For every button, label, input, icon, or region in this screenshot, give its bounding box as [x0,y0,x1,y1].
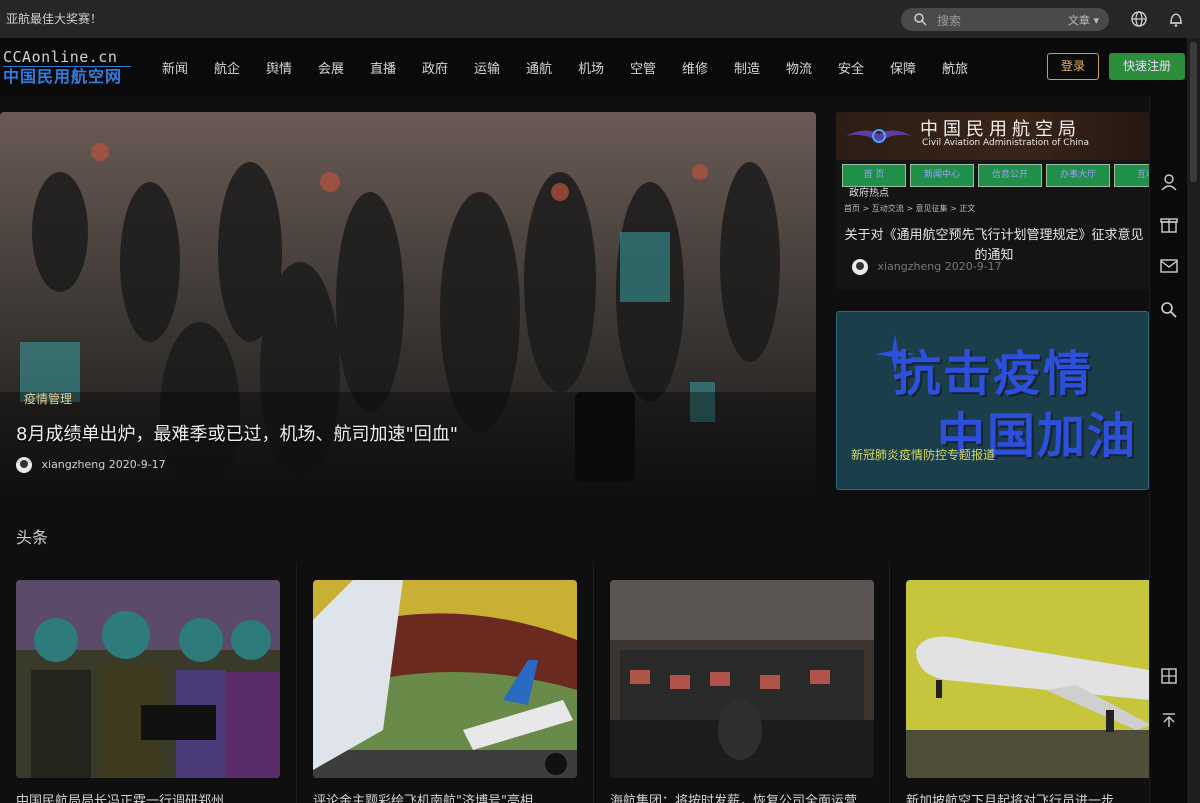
search-icon [914,13,927,26]
card-date: 2020-9-17 [944,260,1002,273]
nav-item[interactable]: 保障 [890,58,916,77]
site-logo[interactable]: CCAonline.cn 中国民用航空网 [3,48,131,88]
nav-item[interactable]: 舆情 [266,58,292,77]
nav-item[interactable]: 会展 [318,58,344,77]
covid-banner-line1: 抗击疫情 [893,346,1094,402]
headline-image [610,580,874,778]
card-breadcrumb: 首页 > 互动交流 > 意见征集 > 正文 [844,204,976,213]
column-divider [889,562,890,803]
site-header: CCAonline.cn 中国民用航空网 新闻 航企 舆情 会展 直播 政府 运… [0,38,1200,96]
back-to-top-icon[interactable] [1159,710,1179,730]
search-box[interactable]: 搜索 文章 ▾ [901,8,1109,31]
nav-item[interactable]: 运输 [474,58,500,77]
scrollbar-thumb[interactable] [1190,42,1197,182]
caac-nav-item: 新闻中心 [910,164,974,187]
column-divider [593,562,594,803]
search-type-label: 文章 [1067,14,1090,27]
headline-thumbnail[interactable] [313,580,577,778]
user-icon[interactable] [1159,172,1179,192]
card-meta: xiangzheng 2020-9-17 [852,259,1002,275]
headline-title[interactable]: 中国民航局局长冯正霖一行调研郑州 [16,790,280,803]
headline-thumbnail[interactable] [16,580,280,778]
author-avatar [852,259,868,275]
caac-emblem-icon [846,129,912,143]
hero-feature[interactable]: 疫情管理 8月成绩单出炉，最难季或已过，机场、航司加速"回血" xiangzhe… [0,112,816,490]
headline-thumbnail[interactable] [610,580,874,778]
nav-item[interactable]: 政府 [422,58,448,77]
logo-domain: CCAonline.cn [3,48,131,67]
bell-icon[interactable] [1166,9,1186,29]
caac-nav-item: 办事大厅 [1046,164,1110,187]
nav-item[interactable]: 制造 [734,58,760,77]
hero-meta: xiangzheng 2020-9-17 [16,457,166,473]
nav-item[interactable]: 通航 [526,58,552,77]
hero-category-tag[interactable]: 疫情管理 [24,390,72,407]
gift-icon[interactable] [1159,214,1179,234]
headline-title[interactable]: 海航集团：将按时发薪，恢复公司全面运营 [610,790,874,803]
caac-nav-item: 信息公开 [978,164,1042,187]
section-title-headlines: 头条 [16,528,49,547]
headline-image [16,580,280,778]
side-card-caac[interactable]: 中国民用航空局 Civil Aviation Administration of… [836,112,1149,290]
hero-title[interactable]: 8月成绩单出炉，最难季或已过，机场、航司加速"回血" [16,420,458,446]
nav-item[interactable]: 安全 [838,58,864,77]
globe-icon[interactable] [1129,9,1149,29]
mail-icon[interactable] [1159,256,1179,276]
top-notice[interactable]: 亚航最佳大奖赛！ [6,10,102,27]
search-type-select[interactable]: 文章 ▾ [1068,12,1099,28]
side-card-covid[interactable]: 抗击疫情 中国加油 新冠肺炎疫情防控专题报道 [836,311,1149,490]
nav-item[interactable]: 空管 [630,58,656,77]
search-icon[interactable] [1159,300,1179,320]
headline-image [313,580,577,778]
nav-item[interactable]: 航企 [214,58,240,77]
caac-nav-item: 互动 [1114,164,1149,187]
logo-name: 中国民用航空网 [3,67,123,86]
page-scrollbar[interactable] [1187,38,1200,803]
caac-banner: 中国民用航空局 Civil Aviation Administration of… [836,112,1149,160]
register-button[interactable]: 快速注册 [1109,53,1185,80]
nav-item[interactable]: 机场 [578,58,604,77]
column-divider [296,562,297,803]
top-bar: 亚航最佳大奖赛！ 搜索 文章 ▾ [0,0,1200,38]
grid-icon[interactable] [1159,666,1179,686]
card-author[interactable]: xiangzheng [878,260,942,273]
headline-image [906,580,1149,778]
author-avatar [16,457,32,473]
covid-caption[interactable]: 新冠肺炎疫情防控专题报道 [851,446,995,463]
headline-thumbnail[interactable] [906,580,1149,778]
chevron-down-icon: ⌄ [942,58,953,73]
nav-item[interactable]: 直播 [370,58,396,77]
caac-title-en: Civil Aviation Administration of China [922,138,1090,148]
card-category-tag[interactable]: 政府热点 [849,184,889,199]
right-tool-rail [1149,96,1187,803]
nav-item[interactable]: 维修 [682,58,708,77]
login-button[interactable]: 登录 [1047,53,1099,80]
hero-date: 2020-9-17 [108,458,166,471]
nav-item[interactable]: 新闻 [162,58,188,77]
hero-author[interactable]: xiangzheng [42,458,106,471]
headline-title[interactable]: 评论金主题彩绘飞机南航"济博号"亮相 [313,790,577,803]
search-input[interactable]: 搜索 [937,12,961,29]
nav-item[interactable]: 物流 [786,58,812,77]
headline-title[interactable]: 新加坡航空下月起将对飞行员进一步 [906,790,1149,803]
